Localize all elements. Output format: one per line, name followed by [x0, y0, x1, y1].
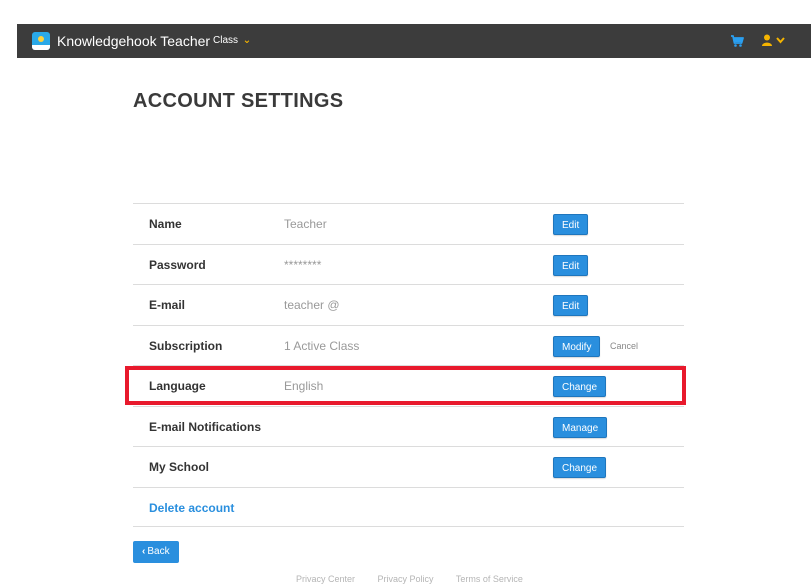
edit-email-button[interactable]: Edit [553, 295, 589, 316]
app-brand[interactable]: Knowledgehook Teacher [57, 24, 210, 58]
row-value: 1 Active Class [284, 338, 360, 353]
settings-row-delete: Delete account [133, 486, 684, 528]
logo-icon[interactable] [32, 32, 50, 50]
row-label: Subscription [149, 338, 223, 353]
delete-account-link[interactable]: Delete account [149, 488, 234, 528]
chevron-down-icon [776, 37, 786, 44]
class-dropdown-label: Class [213, 35, 239, 46]
settings-row-email: E-mail teacher @ Edit [133, 284, 684, 325]
chevron-down-icon: ⌄ [242, 35, 252, 46]
cart-icon[interactable] [730, 34, 744, 48]
change-school-button[interactable]: Change [553, 457, 607, 478]
manage-notifications-button[interactable]: Manage [553, 416, 608, 438]
settings-row-my-school: My School Change [133, 446, 684, 487]
row-label: Language [149, 379, 206, 393]
privacy-center-link[interactable]: Privacy Center [296, 574, 355, 584]
settings-row-language: Language English Change [133, 365, 684, 406]
settings-row-name: Name Teacher Edit [133, 203, 684, 244]
row-label: My School [149, 460, 210, 474]
top-navbar: Knowledgehook Teacher Class ⌄ [17, 24, 811, 58]
settings-row-subscription: Subscription 1 Active Class Modify Cance… [133, 324, 684, 366]
back-button[interactable]: ‹ Back [133, 541, 179, 563]
privacy-policy-link[interactable]: Privacy Policy [378, 574, 434, 584]
page-title: ACCOUNT SETTINGS [133, 90, 344, 112]
row-value: teacher @ [284, 298, 340, 312]
terms-of-service-link[interactable]: Terms of Service [456, 574, 523, 584]
row-label: E-mail Notifications [149, 419, 262, 434]
edit-name-button[interactable]: Edit [553, 214, 589, 235]
row-label: Password [149, 257, 206, 272]
row-label: Name [149, 217, 182, 231]
row-value: ******** [284, 257, 322, 272]
account-settings-table: Name Teacher Edit Password ******** Edit… [133, 203, 684, 527]
change-language-button[interactable]: Change [553, 376, 607, 397]
back-button-label: Back [147, 546, 170, 557]
row-value: Teacher [284, 217, 327, 231]
cancel-subscription-link[interactable]: Cancel [610, 326, 638, 366]
class-dropdown[interactable]: Class ⌄ [213, 24, 251, 58]
row-label: E-mail [149, 298, 186, 312]
chevron-left-icon: ‹ [142, 546, 146, 557]
row-value: English [284, 379, 324, 393]
settings-row-password: Password ******** Edit [133, 243, 684, 285]
settings-row-email-notifications: E-mail Notifications Manage [133, 405, 684, 447]
modify-subscription-button[interactable]: Modify [553, 335, 601, 357]
user-menu[interactable] [762, 34, 786, 48]
footer-links: Privacy Center Privacy Policy Terms of S… [296, 574, 543, 585]
edit-password-button[interactable]: Edit [553, 254, 589, 276]
user-icon [762, 34, 772, 46]
